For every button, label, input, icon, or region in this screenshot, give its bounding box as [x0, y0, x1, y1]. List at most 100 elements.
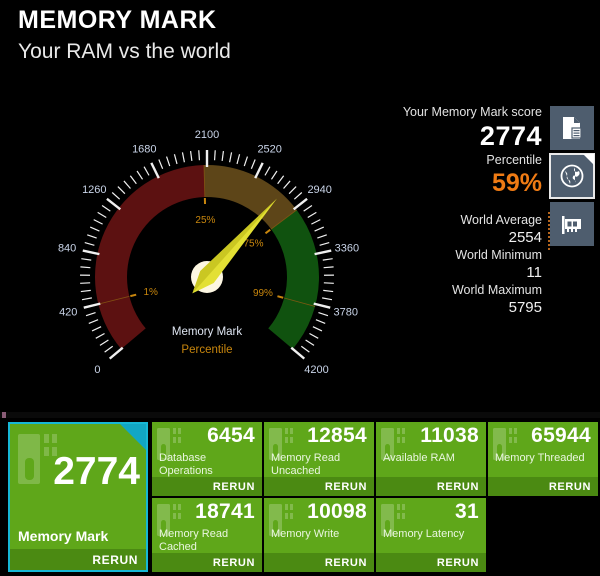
gauge-minor-tick — [314, 226, 325, 232]
gauge-tick-label: 1680 — [132, 143, 156, 155]
benchmark-tile-grid: 2774 Memory Mark RERUN 6454 Database Oper… — [0, 418, 600, 576]
gauge-minor-tick — [236, 154, 241, 165]
tile-database-operations[interactable]: 6454 Database Operations RERUN — [152, 422, 262, 496]
gauge-minor-tick — [322, 297, 333, 301]
gauge-major-tick — [108, 346, 124, 360]
gauge-minor-tick — [143, 166, 150, 176]
tile-memory-threaded[interactable]: 65944 Memory Threaded RERUN — [488, 422, 598, 496]
gauge-minor-tick — [97, 211, 107, 219]
score-info-panel: Your Memory Mark score 2774 Percentile 5… — [357, 104, 550, 317]
gauge-major-tick — [82, 249, 100, 256]
header: MEMORY MARK Your RAM vs the world — [0, 0, 600, 82]
gauge-minor-tick — [264, 166, 271, 176]
gauge-minor-tick — [303, 204, 313, 212]
gauge-tick-label: 0 — [94, 364, 100, 376]
world-average-label: World Average — [460, 213, 542, 227]
gauge-minor-tick — [101, 204, 111, 212]
gauge-major-tick — [83, 302, 101, 309]
percentile-value: 59% — [491, 169, 542, 197]
tile-rerun-bar[interactable]: RERUN — [376, 477, 486, 496]
gauge-minor-tick — [318, 312, 329, 317]
gauge-minor-tick — [89, 226, 100, 232]
tile-name: Memory Latency — [383, 528, 465, 540]
tile-memory-mark-main[interactable]: 2774 Memory Mark RERUN — [8, 422, 148, 572]
gauge-major-tick — [314, 249, 332, 256]
selected-corner-indicator — [583, 154, 594, 165]
gauge-tick-label: 2520 — [257, 143, 281, 155]
gauge-minor-tick — [250, 159, 256, 169]
gauge-minor-tick — [81, 297, 92, 301]
gauge-minor-tick — [80, 289, 91, 293]
gauge-major-tick — [150, 162, 160, 179]
gauge-minor-tick — [277, 175, 285, 185]
globe-button[interactable] — [549, 153, 595, 199]
page-subtitle: Your RAM vs the world — [18, 40, 231, 63]
gauge-major-tick — [290, 346, 306, 360]
tile-rerun-label: RERUN — [212, 557, 255, 569]
side-button-group — [549, 106, 596, 250]
tile-name: Database Operations — [159, 452, 213, 477]
gauge-minor-tick — [221, 150, 225, 162]
your-score-value: 2774 — [479, 121, 542, 151]
gauge-minor-tick — [173, 154, 178, 165]
memory-card-button[interactable] — [550, 202, 594, 246]
tile-rerun-label: RERUN — [436, 481, 479, 493]
active-corner-indicator — [120, 424, 146, 450]
gauge-minor-tick — [315, 319, 326, 324]
gauge-tick-label: 4200 — [304, 364, 328, 376]
memory-mark-screen: MEMORY MARK Your RAM vs the world 0 420 84… — [0, 0, 600, 576]
gauge-percentile-tick — [264, 228, 271, 235]
gauge-minor-tick — [309, 332, 319, 339]
tile-name: Memory Threaded — [495, 452, 585, 464]
gauge-minor-tick — [323, 289, 334, 293]
tile-rerun-label: RERUN — [212, 481, 255, 493]
gauge-tick-label: 2940 — [307, 184, 331, 196]
gauge-minor-tick — [319, 242, 330, 246]
tile-score: 10098 — [307, 500, 367, 523]
gauge-minor-tick — [198, 150, 201, 161]
tile-memory-latency[interactable]: 31 Memory Latency RERUN — [376, 498, 486, 572]
gauge-minor-tick — [189, 150, 193, 162]
tile-memory-write[interactable]: 10098 Memory Write RERUN — [264, 498, 374, 572]
gauge-tick-label: 420 — [59, 307, 77, 319]
gauge-percentile-label: 25% — [195, 215, 215, 226]
memory-card-icon — [562, 216, 581, 234]
gauge-minor-tick — [117, 186, 126, 195]
world-maximum-value: 5795 — [508, 299, 542, 316]
gauge-minor-tick — [158, 159, 164, 169]
tile-name: Memory Write — [271, 528, 340, 540]
gauge-percentile-tick — [277, 295, 284, 299]
main-tile-rerun-bar[interactable]: RERUN — [10, 549, 146, 570]
world-average-value: 2554 — [508, 229, 542, 246]
gauge-minor-tick — [181, 152, 185, 163]
tile-memory-read-uncached[interactable]: 12854 Memory Read Uncached RERUN — [264, 422, 374, 496]
tile-score: 65944 — [531, 424, 591, 447]
gauge-tick-label: 2100 — [195, 129, 219, 141]
tile-rerun-bar[interactable]: RERUN — [152, 553, 262, 572]
gauge-percentile-label: 99% — [253, 288, 273, 299]
tile-rerun-bar[interactable]: RERUN — [152, 477, 262, 496]
tile-rerun-bar[interactable]: RERUN — [264, 553, 374, 572]
gauge-minor-tick — [136, 170, 144, 180]
gauge-minor-tick — [323, 266, 334, 269]
gauge-tick-label: 840 — [58, 242, 76, 254]
gauge-minor-tick — [270, 170, 278, 180]
tile-rerun-bar[interactable]: RERUN — [264, 477, 374, 496]
gauge-brown-band — [203, 165, 297, 230]
gauge-minor-tick — [95, 332, 105, 339]
report-document-button[interactable] — [550, 106, 594, 150]
gauge-minor-tick — [165, 156, 171, 167]
tile-available-ram[interactable]: 11038 Available RAM RERUN — [376, 422, 486, 496]
gauge-minor-tick — [80, 266, 91, 269]
tile-rerun-bar[interactable]: RERUN — [376, 553, 486, 572]
gauge-minor-tick — [322, 258, 333, 261]
world-minimum-label: World Minimum — [455, 248, 542, 262]
tile-memory-read-cached[interactable]: 18741 Memory Read Cached RERUN — [152, 498, 262, 572]
gauge-minor-tick — [87, 234, 97, 239]
gauge-caption-primary: Memory Mark — [172, 326, 243, 338]
gauge-percentile-tick — [130, 293, 137, 298]
gauge-minor-tick — [229, 152, 233, 163]
gauge-minor-tick — [213, 150, 216, 161]
tile-rerun-bar[interactable]: RERUN — [488, 477, 598, 496]
